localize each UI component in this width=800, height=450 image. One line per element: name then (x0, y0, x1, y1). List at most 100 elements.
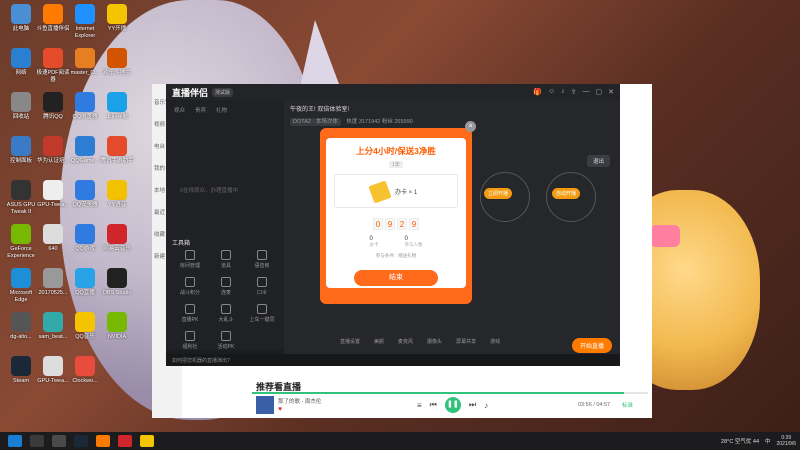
beta-badge: 测试版 (212, 87, 234, 97)
end-button[interactable]: 结束 (354, 270, 438, 286)
desktop-icon[interactable]: NVIDIA (100, 312, 134, 341)
desktop-icon[interactable]: Clockwo... (68, 356, 102, 385)
desktop-icon[interactable]: QQ安全器 (68, 180, 102, 209)
bottom-tool[interactable]: 游戏 (490, 338, 500, 345)
desktop-icon[interactable]: 上网导航 (100, 92, 134, 121)
bottom-tool[interactable]: 美颜 (374, 338, 384, 345)
desktop-icon[interactable]: Internet Explorer (68, 4, 102, 39)
start-stream-button[interactable]: 开始直播 (571, 338, 612, 353)
exit-button[interactable]: 退出 (586, 155, 610, 167)
close-icon[interactable]: × (465, 121, 476, 132)
app-icon (43, 92, 63, 112)
bell-icon[interactable]: ♪ (561, 88, 565, 96)
desktop-icon[interactable]: 回收站 (4, 92, 38, 121)
reward-box: 办卡 × 1 (334, 174, 458, 208)
desktop-icon[interactable]: 20170525... (36, 268, 70, 297)
desktop-icon[interactable]: 腾讯手游助手 (100, 136, 134, 165)
tool-item[interactable]: 口令 (244, 277, 280, 296)
gift-icon[interactable]: 🎁 (533, 88, 542, 96)
desktop-icon[interactable]: dg-alto... (4, 312, 38, 341)
desktop-icon[interactable]: 欢乐斗地主 (100, 48, 134, 77)
desktop-icon[interactable]: 斗鱼直播伴侣 (36, 4, 70, 33)
album-cover[interactable] (256, 396, 274, 414)
volume-icon[interactable]: ♪ (484, 401, 488, 410)
desktop-icon[interactable]: 控制面板 (4, 136, 38, 165)
app-icon (75, 268, 95, 288)
share-icon[interactable]: ⇪ (571, 88, 577, 96)
desktop-icon[interactable]: 网易云音乐 (100, 224, 134, 253)
app-icon (11, 312, 31, 332)
desktop-icon[interactable]: Microsoft Edge (4, 268, 38, 303)
left-tab[interactable]: 贵宾 (195, 106, 206, 114)
room-meta: DOTA2 · 本场次体 热度 3171942 粉丝 265990 (284, 117, 620, 126)
desktop-icon[interactable]: ASUS GPU Tweak II (4, 180, 38, 215)
desktop-icon[interactable]: 网络 (4, 48, 38, 77)
app-icon (43, 136, 63, 156)
tool-item[interactable]: 上车一键同 (244, 304, 280, 323)
close-icon[interactable]: ✕ (608, 88, 614, 96)
left-tab[interactable]: 礼物 (216, 106, 227, 114)
tool-item[interactable]: 连麦 (208, 277, 244, 296)
tool-item[interactable]: 直播PK (172, 304, 208, 323)
tool-item[interactable]: 活动PK (208, 331, 244, 350)
maximize-icon[interactable]: ▢ (596, 88, 603, 96)
tool-icon (185, 277, 195, 287)
clock[interactable]: 0:39 2021/9/6 (777, 435, 796, 447)
desktop-icon[interactable]: GPU-Twea... (36, 180, 70, 209)
desktop-icon[interactable]: sam_beat... (36, 312, 70, 341)
heart-icon[interactable]: ♥ (278, 406, 282, 413)
desktop-icon[interactable]: GeForce Experience (4, 224, 38, 259)
steam-taskbar-icon[interactable] (74, 435, 88, 447)
weather-text[interactable]: 28°C 空气优 44 (721, 437, 759, 445)
tool-item[interactable]: 福利社 (172, 331, 208, 350)
desktop-icon[interactable]: 华为认证培... (36, 136, 70, 165)
minimize-icon[interactable]: — (583, 88, 590, 96)
quality-badge[interactable]: 标准 (622, 401, 633, 409)
tool-item[interactable]: 大乱斗 (208, 304, 244, 323)
user-icon[interactable]: ☺ (548, 88, 555, 96)
pause-icon[interactable]: ❚❚ (444, 397, 461, 413)
desktop-icon[interactable]: QQ浏览器 (68, 92, 102, 121)
app-icon (11, 4, 31, 24)
tool-item[interactable]: 语音房 (244, 250, 280, 269)
desktop-icon[interactable]: 640 (36, 224, 70, 253)
viewer-hint: 0在线观众，办理直播中 (180, 188, 239, 194)
desktop-icon[interactable]: YY语音 (100, 180, 134, 209)
app-icon (43, 180, 63, 200)
desktop-icon[interactable]: 极速PDF阅读器 (36, 48, 70, 83)
step-button-1[interactable]: 立即开播 (484, 188, 513, 199)
music-taskbar-icon[interactable] (140, 435, 154, 447)
lang-indicator[interactable]: 中 (765, 437, 771, 445)
desktop-icon[interactable]: master_O... (68, 48, 102, 77)
tool-item[interactable]: 房间管理 (172, 250, 208, 269)
desktop-icon[interactable]: OBS Studio (100, 268, 134, 297)
prev-icon[interactable]: ⏮ (430, 400, 437, 410)
playlist-icon[interactable]: ≡ (417, 401, 422, 410)
netease-taskbar-icon[interactable] (118, 435, 132, 447)
bottom-tool[interactable]: 摄像头 (427, 338, 442, 345)
desktop-icon[interactable]: QQ音乐 (68, 312, 102, 341)
desktop-icon[interactable]: Steam (4, 356, 38, 385)
bottom-tool[interactable]: 屏幕共享 (456, 338, 476, 345)
next-icon[interactable]: ⏭ (469, 400, 476, 410)
desktop-icon[interactable]: YY开播 (100, 4, 134, 33)
left-tab[interactable]: 观众 (174, 106, 185, 114)
step-button-2[interactable]: 自动开播 (552, 188, 581, 199)
windows-start-icon[interactable] (8, 435, 22, 447)
search-icon[interactable] (30, 435, 44, 447)
app-icon (75, 224, 95, 244)
desktop-icon[interactable]: 腾讯QQ (36, 92, 70, 121)
desktop-icon[interactable]: GPU-Twea... (36, 356, 70, 385)
tools-header: 工具箱 (172, 241, 191, 247)
app-icon (75, 92, 95, 112)
desktop-icon[interactable]: QQ直播 (68, 268, 102, 297)
desktop-icon[interactable]: QQ游戏 (68, 224, 102, 253)
douyu-taskbar-icon[interactable] (96, 435, 110, 447)
bottom-tool[interactable]: 直播设置 (340, 338, 360, 345)
tool-item[interactable]: 战斗积分 (172, 277, 208, 296)
desktop-icon[interactable]: 此电脑 (4, 4, 38, 33)
desktop-icon[interactable]: QQGame... (68, 136, 102, 165)
tool-item[interactable]: 道具 (208, 250, 244, 269)
bottom-tool[interactable]: 麦克风 (398, 338, 413, 345)
task-view-icon[interactable] (52, 435, 66, 447)
